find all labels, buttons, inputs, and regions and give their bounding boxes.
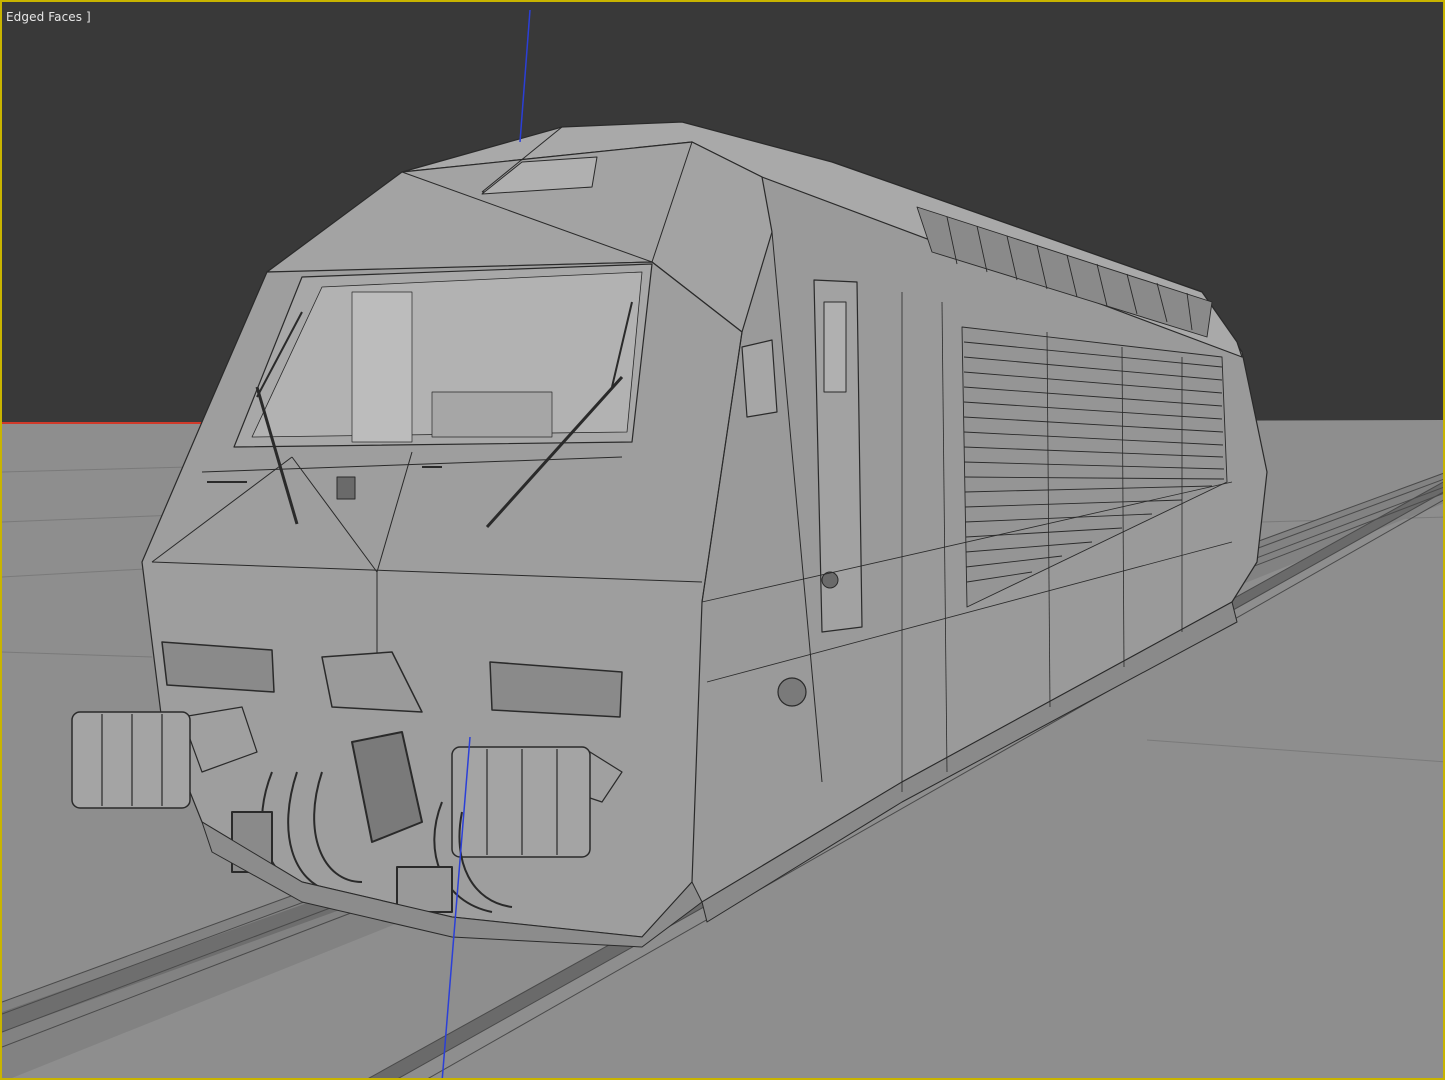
viewport-scene[interactable]: [2, 2, 1445, 1080]
front-badge: [336, 476, 356, 500]
side-mirror: [741, 339, 778, 418]
side-emblem: [777, 677, 807, 707]
viewport-shading-label[interactable]: Edged Faces ]: [6, 10, 91, 24]
viewport-perspective[interactable]: Edged Faces ]: [0, 0, 1445, 1080]
headlight-left: [161, 641, 275, 693]
headlight-right: [489, 661, 623, 718]
